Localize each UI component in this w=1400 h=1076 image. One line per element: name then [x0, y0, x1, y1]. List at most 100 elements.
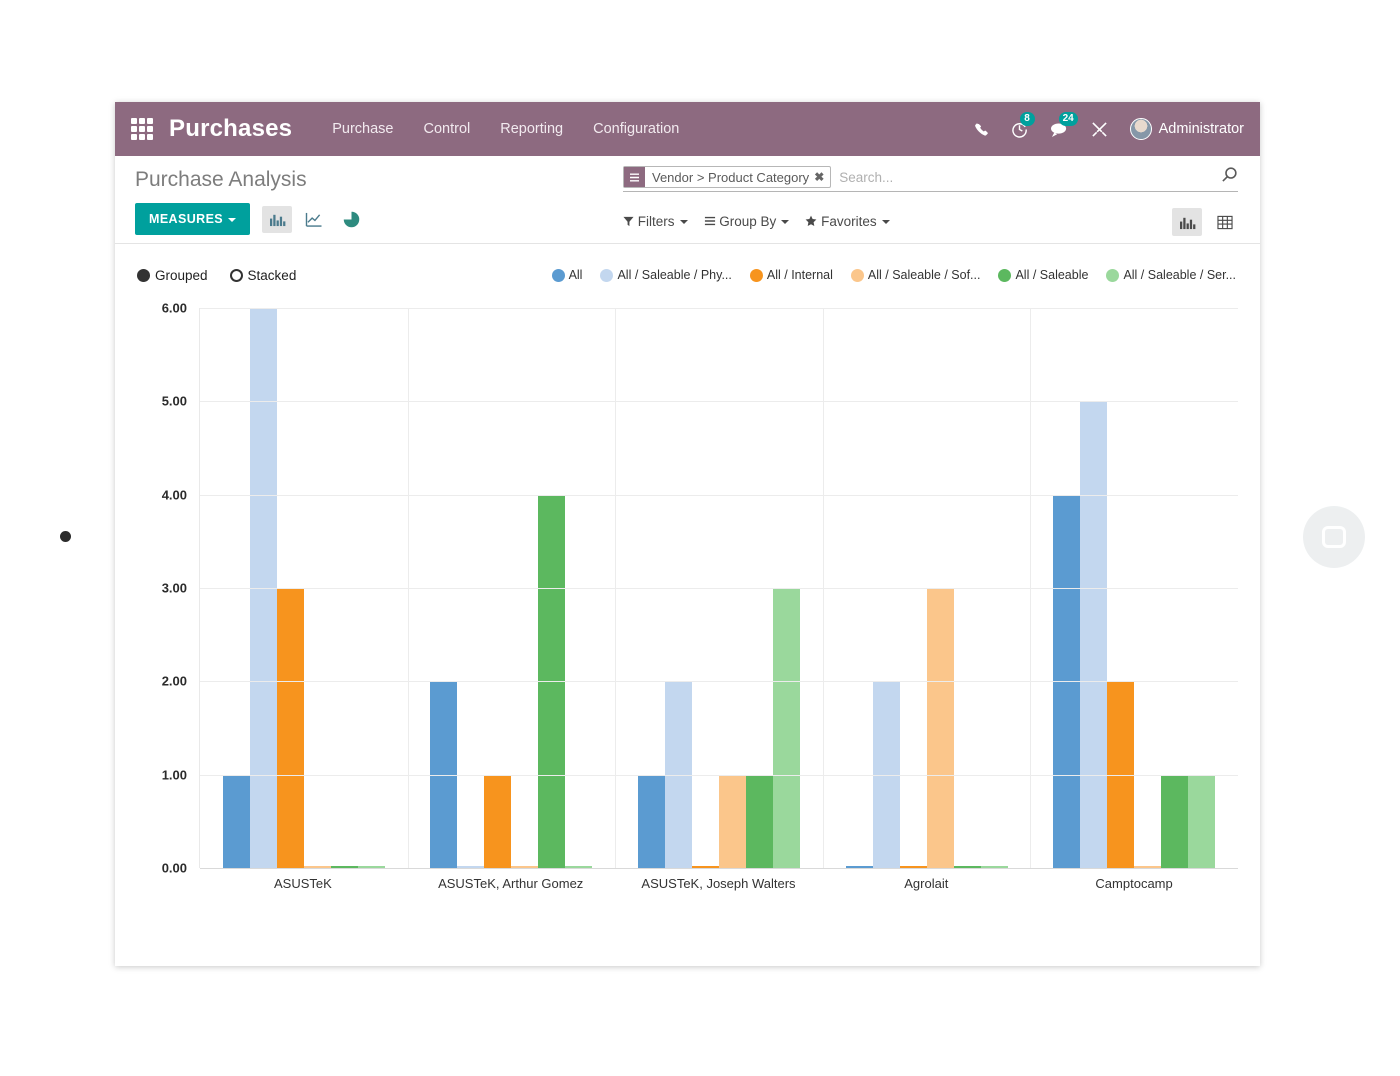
- grid-line: [200, 308, 1238, 309]
- legend-item[interactable]: All / Internal: [750, 268, 833, 282]
- messages-count-badge: 24: [1059, 112, 1078, 126]
- bar[interactable]: [773, 588, 800, 868]
- legend-label: All: [569, 268, 583, 282]
- x-axis-tick: ASUSTeK: [199, 876, 407, 891]
- search-facet-label: Vendor > Product Category: [645, 170, 814, 185]
- legend-color-dot: [851, 269, 864, 282]
- chart-grid: [199, 308, 1238, 868]
- legend-label: All / Saleable / Sof...: [868, 268, 981, 282]
- top-navbar: Purchases Purchase Control Reporting Con…: [115, 102, 1260, 156]
- search-facet-vendor-product-category[interactable]: Vendor > Product Category ✖: [623, 166, 831, 188]
- legend-item[interactable]: All / Saleable / Ser...: [1106, 268, 1236, 282]
- measures-label: MEASURES: [149, 212, 223, 226]
- legend-item[interactable]: All / Saleable: [998, 268, 1088, 282]
- favorites-label: Favorites: [821, 214, 877, 229]
- x-axis-tick: Agrolait: [822, 876, 1030, 891]
- bar[interactable]: [1080, 401, 1107, 868]
- bar[interactable]: [927, 588, 954, 868]
- apps-grid-icon[interactable]: [131, 118, 153, 140]
- filters-label: Filters: [638, 214, 675, 229]
- chart-type-buttons: [262, 206, 366, 233]
- group-separator: [408, 308, 409, 868]
- filter-bar: Filters Group By Favorites: [623, 214, 890, 229]
- grid-line: [200, 588, 1238, 589]
- group-separator: [823, 308, 824, 868]
- activity-clock-icon[interactable]: 8: [1011, 121, 1028, 138]
- messages-icon[interactable]: 24: [1050, 121, 1069, 138]
- y-axis-tick: 4.00: [162, 487, 187, 502]
- filters-dropdown[interactable]: Filters: [623, 214, 688, 229]
- bar[interactable]: [746, 775, 773, 868]
- cursor-dot: [60, 531, 71, 542]
- chat-support-bubble[interactable]: [1303, 506, 1365, 568]
- tools-icon[interactable]: [1091, 121, 1108, 138]
- y-axis-tick: 1.00: [162, 767, 187, 782]
- group-separator: [615, 308, 616, 868]
- groupby-dropdown[interactable]: Group By: [704, 214, 790, 229]
- hamburger-icon: [624, 167, 645, 187]
- y-axis-tick: 3.00: [162, 581, 187, 596]
- magnifier-icon[interactable]: [1221, 166, 1238, 188]
- mode-grouped-label: Grouped: [155, 268, 208, 283]
- legend-color-dot: [552, 269, 565, 282]
- odoo-app-window: Purchases Purchase Control Reporting Con…: [115, 102, 1260, 966]
- graph-view-icon[interactable]: [1172, 208, 1202, 236]
- bar[interactable]: [638, 775, 665, 868]
- graph-view: Grouped Stacked All All / Saleable / Phy.…: [115, 244, 1260, 908]
- bar-chart-icon[interactable]: [262, 206, 292, 233]
- bar[interactable]: [223, 775, 250, 868]
- bar[interactable]: [484, 775, 511, 868]
- bar[interactable]: [1188, 775, 1215, 868]
- chevron-down-icon: [781, 220, 789, 224]
- pie-chart-icon[interactable]: [336, 206, 366, 233]
- legend-color-dot: [750, 269, 763, 282]
- bar[interactable]: [1161, 775, 1188, 868]
- groupby-label: Group By: [719, 214, 776, 229]
- chevron-down-icon: [680, 220, 688, 224]
- mode-stacked[interactable]: Stacked: [230, 268, 297, 283]
- legend-color-dot: [600, 269, 613, 282]
- pivot-view-icon[interactable]: [1210, 208, 1240, 236]
- legend-label: All / Saleable: [1015, 268, 1088, 282]
- search-input[interactable]: [831, 170, 1221, 185]
- mode-grouped[interactable]: Grouped: [137, 268, 208, 283]
- activity-count-badge: 8: [1020, 112, 1035, 126]
- legend-item[interactable]: All: [552, 268, 583, 282]
- favorites-dropdown[interactable]: Favorites: [805, 214, 889, 229]
- close-icon[interactable]: ✖: [814, 170, 830, 184]
- phone-icon[interactable]: [974, 122, 989, 137]
- y-axis-labels: 0.001.002.003.004.005.006.00: [137, 308, 187, 868]
- chevron-down-icon: [228, 218, 236, 222]
- menu-item-purchase[interactable]: Purchase: [332, 121, 393, 137]
- navbar-right-tools: 8 24 Administrator: [974, 118, 1244, 140]
- chart-mode-radios: Grouped Stacked: [137, 268, 296, 283]
- menu-item-control[interactable]: Control: [423, 121, 470, 137]
- view-switcher: [1172, 208, 1240, 236]
- legend-item[interactable]: All / Saleable / Phy...: [600, 268, 731, 282]
- y-axis-tick: 5.00: [162, 394, 187, 409]
- legend-item[interactable]: All / Saleable / Sof...: [851, 268, 981, 282]
- grid-line: [200, 401, 1238, 402]
- bar[interactable]: [277, 588, 304, 868]
- y-axis-tick: 0.00: [162, 861, 187, 876]
- bar[interactable]: [719, 775, 746, 868]
- menu-item-configuration[interactable]: Configuration: [593, 121, 679, 137]
- x-axis-tick: Camptocamp: [1030, 876, 1238, 891]
- grid-line: [200, 495, 1238, 496]
- search-area: Vendor > Product Category ✖: [623, 166, 1238, 192]
- legend-label: All / Saleable / Ser...: [1123, 268, 1236, 282]
- x-axis-labels: ASUSTeKASUSTeK, Arthur GomezASUSTeK, Jos…: [199, 876, 1238, 891]
- mode-stacked-label: Stacked: [248, 268, 297, 283]
- radio-grouped-icon: [137, 269, 150, 282]
- line-chart-icon[interactable]: [299, 206, 329, 233]
- legend-color-dot: [1106, 269, 1119, 282]
- control-panel: Purchase Analysis Vendor > Product Categ…: [115, 156, 1260, 244]
- measures-button[interactable]: MEASURES: [135, 203, 250, 235]
- grid-line: [200, 681, 1238, 682]
- chat-bubble-icon: [1322, 526, 1346, 548]
- y-axis-tick: 6.00: [162, 301, 187, 316]
- menu-item-reporting[interactable]: Reporting: [500, 121, 563, 137]
- chart-legend: All All / Saleable / Phy... All / Internal…: [552, 268, 1238, 282]
- main-menu: Purchase Control Reporting Configuration: [332, 121, 679, 137]
- user-menu[interactable]: Administrator: [1130, 118, 1244, 140]
